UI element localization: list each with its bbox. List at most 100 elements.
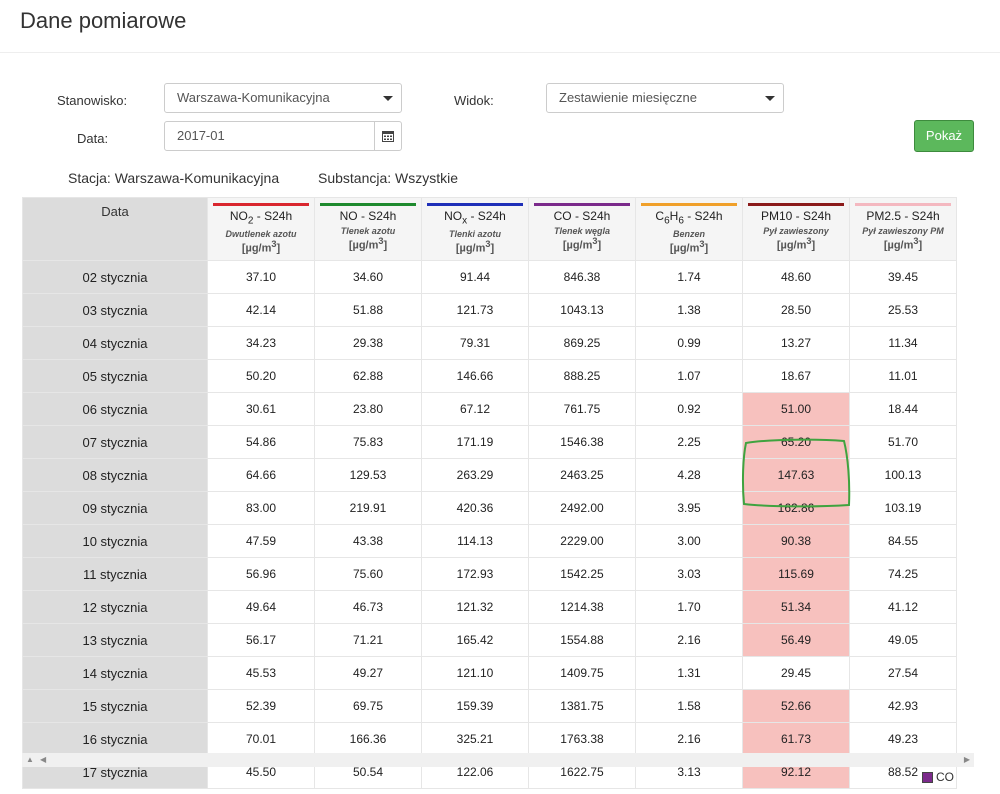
chart-legend[interactable]: CO xyxy=(922,770,954,784)
value-cell: 1.70 xyxy=(635,590,743,624)
value-cell: 869.25 xyxy=(528,326,636,360)
value-cell: 1.74 xyxy=(635,260,743,294)
value-cell: 4.28 xyxy=(635,458,743,492)
chevron-down-icon xyxy=(383,96,393,101)
value-cell: 65.20 xyxy=(742,425,850,459)
column-header[interactable]: PM10 - S24h Pył zawieszony [µg/m3] xyxy=(742,197,850,261)
value-cell: 0.92 xyxy=(635,392,743,426)
column-header[interactable]: NO2 - S24h Dwutlenek azotu [µg/m3] xyxy=(207,197,315,261)
date-cell: 04 stycznia xyxy=(22,326,208,360)
table-header-row: Data NO2 - S24h Dwutlenek azotu [µg/m3] NO … xyxy=(22,197,957,261)
column-header[interactable]: CO - S24h Tlenek węgla [µg/m3] xyxy=(528,197,636,261)
value-cell: 83.00 xyxy=(207,491,315,525)
widok-select[interactable]: Zestawienie miesięczne xyxy=(546,83,784,113)
value-cell: 159.39 xyxy=(421,689,529,723)
table-row: 04 stycznia 34.23 29.38 79.31 869.25 0.99 13.2… xyxy=(22,326,957,360)
value-cell: 1542.25 xyxy=(528,557,636,591)
table-row: 12 stycznia 49.64 46.73 121.32 1214.38 1.70 51… xyxy=(22,590,957,624)
series-color-bar xyxy=(641,203,737,206)
value-cell: 49.23 xyxy=(849,722,957,756)
scroll-left-icon[interactable]: ◀ xyxy=(40,755,46,764)
table-row: 05 stycznia 50.20 62.88 146.66 888.25 1.07 18.… xyxy=(22,359,957,393)
column-header[interactable]: NO - S24h Tlenek azotu [µg/m3] xyxy=(314,197,422,261)
value-cell: 1409.75 xyxy=(528,656,636,690)
column-unit: [µg/m3] xyxy=(241,239,281,256)
horizontal-scrollbar[interactable]: ▲ ◀ ▶ xyxy=(22,753,974,767)
value-cell: 43.38 xyxy=(314,524,422,558)
value-cell: 51.70 xyxy=(849,425,957,459)
scroll-up-icon[interactable]: ▲ xyxy=(26,755,34,764)
value-cell: 41.12 xyxy=(849,590,957,624)
value-cell: 18.67 xyxy=(742,359,850,393)
column-substance: Tlenek azotu xyxy=(340,226,396,236)
stanowisko-select[interactable]: Warszawa-Komunikacyjna xyxy=(164,83,402,113)
legend-label: CO xyxy=(936,770,954,784)
value-cell: 166.36 xyxy=(314,722,422,756)
date-cell: 12 stycznia xyxy=(22,590,208,624)
table-row: 06 stycznia 30.61 23.80 67.12 761.75 0.92 51.0… xyxy=(22,392,957,426)
value-cell: 34.60 xyxy=(314,260,422,294)
date-column-header[interactable]: Data xyxy=(22,197,208,261)
value-cell: 129.53 xyxy=(314,458,422,492)
table-row: 08 stycznia 64.66 129.53 263.29 2463.25 4.28 1… xyxy=(22,458,957,492)
value-cell: 100.13 xyxy=(849,458,957,492)
column-header[interactable]: PM2.5 - S24h Pył zawieszony PM [µg/m3] xyxy=(849,197,957,261)
value-cell: 62.88 xyxy=(314,359,422,393)
value-cell: 325.21 xyxy=(421,722,529,756)
scroll-right-icon[interactable]: ▶ xyxy=(964,755,970,764)
value-cell: 3.03 xyxy=(635,557,743,591)
value-cell: 114.13 xyxy=(421,524,529,558)
value-cell: 1043.13 xyxy=(528,293,636,327)
column-name: PM2.5 - S24h xyxy=(866,209,940,223)
column-name: CO - S24h xyxy=(553,209,611,223)
value-cell: 165.42 xyxy=(421,623,529,657)
value-cell: 49.05 xyxy=(849,623,957,657)
column-unit: [µg/m3] xyxy=(883,236,923,252)
stanowisko-label: Stanowisko: xyxy=(57,93,128,108)
value-cell: 27.54 xyxy=(849,656,957,690)
column-header[interactable]: C6H6 - S24h Benzen [µg/m3] xyxy=(635,197,743,261)
value-cell: 30.61 xyxy=(207,392,315,426)
value-cell: 172.93 xyxy=(421,557,529,591)
date-cell: 03 stycznia xyxy=(22,293,208,327)
table-row: 11 stycznia 56.96 75.60 172.93 1542.25 3.03 11… xyxy=(22,557,957,591)
value-cell: 70.01 xyxy=(207,722,315,756)
value-cell: 121.73 xyxy=(421,293,529,327)
column-name: NO - S24h xyxy=(339,209,397,223)
date-cell: 08 stycznia xyxy=(22,458,208,492)
value-cell: 147.63 xyxy=(742,458,850,492)
value-cell: 79.31 xyxy=(421,326,529,360)
value-cell: 29.45 xyxy=(742,656,850,690)
show-button[interactable]: Pokaż xyxy=(914,120,974,152)
value-cell: 115.69 xyxy=(742,557,850,591)
value-cell: 171.19 xyxy=(421,425,529,459)
column-header[interactable]: NOx - S24h Tlenki azotu [µg/m3] xyxy=(421,197,529,261)
value-cell: 1.58 xyxy=(635,689,743,723)
series-color-bar xyxy=(748,203,844,206)
table-row: 16 stycznia 70.01 166.36 325.21 1763.38 2.16 6… xyxy=(22,722,957,756)
column-unit: [µg/m3] xyxy=(669,239,709,256)
value-cell: 3.00 xyxy=(635,524,743,558)
value-cell: 90.38 xyxy=(742,524,850,558)
value-cell: 13.27 xyxy=(742,326,850,360)
date-cell: 07 stycznia xyxy=(22,425,208,459)
widok-value: Zestawienie miesięczne xyxy=(559,90,698,105)
series-color-bar xyxy=(213,203,309,206)
value-cell: 25.53 xyxy=(849,293,957,327)
table-row: 14 stycznia 45.53 49.27 121.10 1409.75 1.31 29… xyxy=(22,656,957,690)
date-value: 2017-01 xyxy=(177,128,225,143)
value-cell: 52.66 xyxy=(742,689,850,723)
value-cell: 1.38 xyxy=(635,293,743,327)
value-cell: 1.07 xyxy=(635,359,743,393)
value-cell: 3.95 xyxy=(635,491,743,525)
table-row: 03 stycznia 42.14 51.88 121.73 1043.13 1.38 28… xyxy=(22,293,957,327)
value-cell: 51.88 xyxy=(314,293,422,327)
column-name: C6H6 - S24h xyxy=(655,209,723,227)
value-cell: 74.25 xyxy=(849,557,957,591)
value-cell: 2492.00 xyxy=(528,491,636,525)
calendar-icon[interactable] xyxy=(374,122,401,150)
value-cell: 49.27 xyxy=(314,656,422,690)
value-cell: 71.21 xyxy=(314,623,422,657)
date-cell: 10 stycznia xyxy=(22,524,208,558)
date-input[interactable]: 2017-01 xyxy=(164,121,402,151)
